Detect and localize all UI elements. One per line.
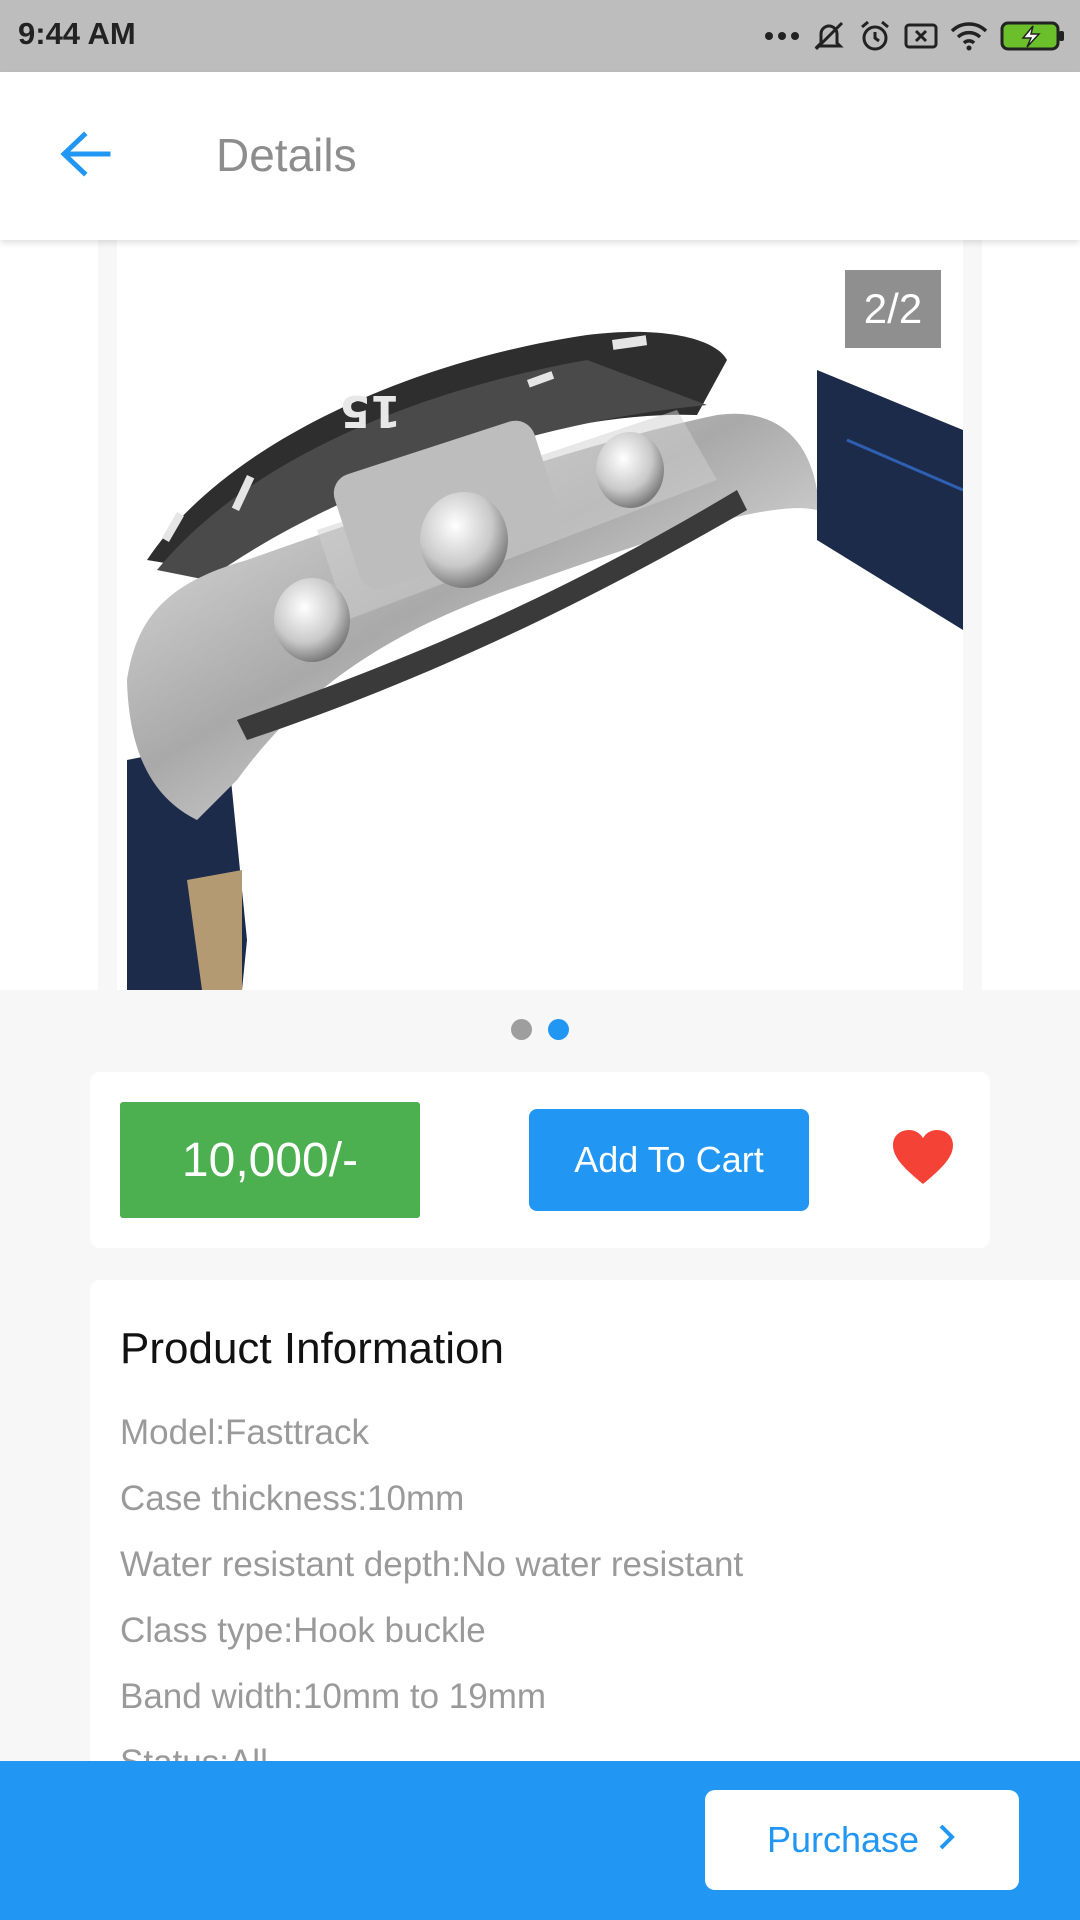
back-button[interactable]: [40, 114, 130, 198]
watch-image: 15: [127, 331, 963, 990]
arrow-left-icon: [58, 130, 112, 182]
purchase-label: Purchase: [766, 1819, 920, 1860]
product-info-card: Product Information Model:Fasttrack Case…: [90, 1280, 1080, 1782]
image-carousel[interactable]: 15 2/2: [0, 240, 1080, 990]
sim-off-icon: [904, 21, 938, 51]
product-info-list: Model:Fasttrack Case thickness:10mm Wate…: [120, 1400, 743, 1796]
carousel-next-slide[interactable]: [982, 240, 1080, 990]
more-dots-icon: [764, 30, 800, 42]
product-info-title: Product Information: [120, 1324, 504, 1373]
alarm-icon: [858, 19, 892, 53]
info-row-model: Model:Fasttrack: [120, 1413, 369, 1452]
status-time: 9:44 AM: [18, 16, 136, 51]
status-bar: 9:44 AM: [0, 0, 1080, 72]
carousel-dot-2[interactable]: [548, 1019, 569, 1040]
bottom-bar: Purchase: [0, 1761, 1080, 1920]
carousel-indicator: [0, 1019, 1080, 1040]
chevron-right-icon: [937, 1819, 957, 1861]
info-row-band-width: Band width:10mm to 19mm: [120, 1677, 547, 1716]
page-title: Details: [216, 129, 357, 181]
status-icons: [764, 14, 1066, 58]
carousel-dot-1[interactable]: [511, 1019, 532, 1040]
info-row-water-resistant: Water resistant depth:No water resistant: [120, 1545, 744, 1584]
price-card: 10,000/- Add To Cart: [90, 1072, 990, 1248]
purchase-button[interactable]: Purchase: [705, 1790, 1019, 1890]
battery-charging-icon: [1000, 20, 1066, 52]
wifi-icon: [950, 21, 988, 51]
svg-text:15: 15: [340, 385, 401, 436]
price-tag: 10,000/-: [120, 1102, 420, 1218]
carousel-prev-slide[interactable]: [0, 240, 98, 990]
info-row-class-type: Class type:Hook buckle: [120, 1611, 486, 1650]
product-image[interactable]: 15 2/2: [117, 240, 963, 990]
app-bar: Details: [0, 72, 1080, 240]
info-row-case-thickness: Case thickness:10mm: [120, 1479, 465, 1518]
mute-icon: [812, 19, 846, 53]
slide-counter: 2/2: [845, 270, 941, 348]
favorite-button[interactable]: [888, 1124, 958, 1194]
heart-icon: [891, 1128, 955, 1191]
add-to-cart-button[interactable]: Add To Cart: [529, 1109, 809, 1211]
